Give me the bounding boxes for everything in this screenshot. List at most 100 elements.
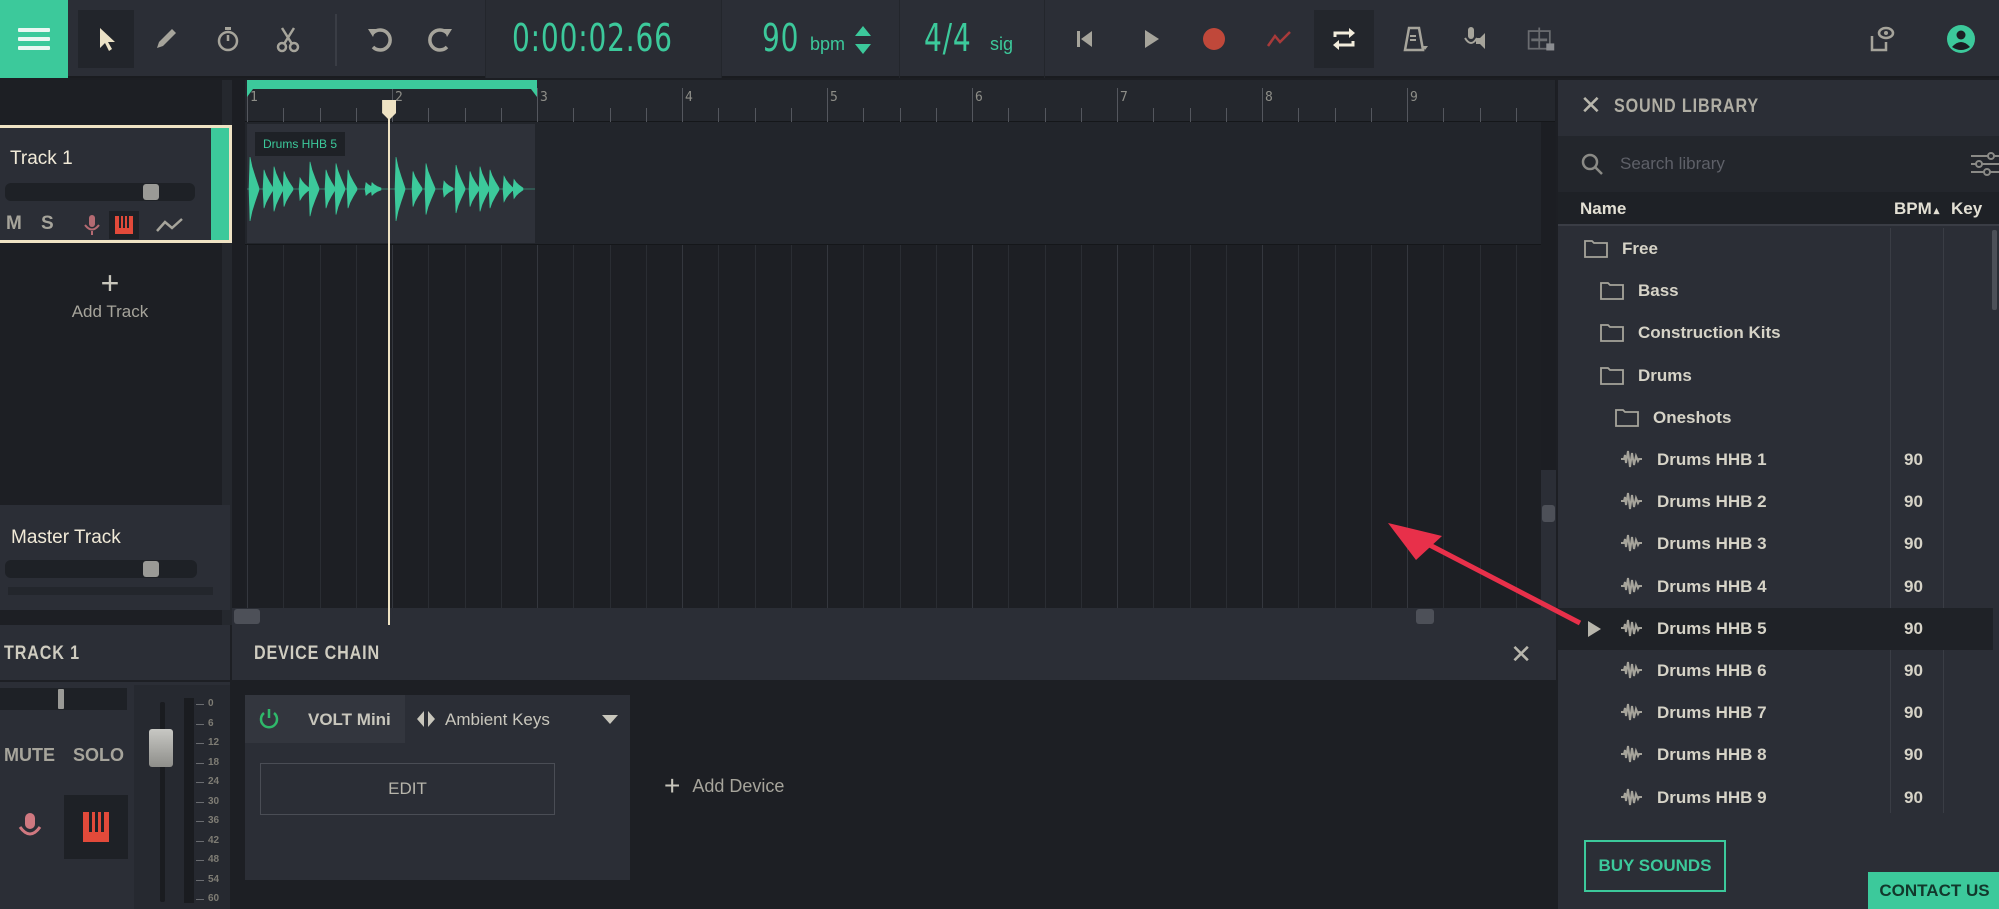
record-arm-button[interactable]: [10, 805, 50, 849]
horizontal-scrollbar[interactable]: [232, 608, 1541, 625]
library-sample-row[interactable]: Drums HHB 4 90: [1558, 566, 1993, 608]
play-button[interactable]: [1128, 16, 1174, 62]
clip-label: Drums HHB 5: [255, 132, 346, 156]
piano-keys-icon: [83, 812, 109, 842]
db-scale-label: 48: [208, 854, 220, 865]
main-menu-button[interactable]: [0, 0, 68, 78]
library-folder-row[interactable]: Oneshots: [1558, 397, 1993, 439]
mute-button[interactable]: MUTE: [4, 745, 55, 766]
lock-arrangement-button[interactable]: [1516, 16, 1566, 62]
volume-fader-knob[interactable]: [149, 729, 173, 767]
track-name[interactable]: Track 1: [10, 148, 73, 170]
library-item-name: Drums HHB 9: [1657, 787, 1767, 807]
master-volume-slider[interactable]: [5, 560, 197, 578]
loop-button[interactable]: [1314, 10, 1374, 68]
track-volume-thumb[interactable]: [143, 184, 159, 200]
automation-button[interactable]: [1256, 16, 1302, 62]
instrument-button[interactable]: [64, 795, 128, 859]
preset-selector[interactable]: Ambient Keys: [405, 695, 630, 743]
timecode-display[interactable]: 0:00:02.66: [512, 16, 673, 60]
library-item-name: Drums HHB 1: [1657, 450, 1767, 469]
track-header[interactable]: Track 1 M S: [0, 125, 232, 243]
library-item-name: Oneshots: [1653, 407, 1732, 427]
filter-sliders-icon[interactable]: [1969, 150, 1999, 178]
library-search-input[interactable]: [1620, 148, 1940, 180]
undo-button[interactable]: [352, 10, 408, 68]
bpm-value[interactable]: 90: [762, 16, 799, 60]
metronome-icon: [1403, 26, 1428, 52]
master-volume-thumb[interactable]: [143, 561, 159, 577]
record-button[interactable]: [1191, 16, 1237, 62]
automation-lane-icon[interactable]: [155, 215, 185, 235]
library-sample-row[interactable]: Drums HHB 7 90: [1558, 692, 1993, 734]
metronome-button[interactable]: [1392, 16, 1438, 62]
library-item-bpm: 90: [1904, 450, 1923, 469]
library-sample-row[interactable]: Drums HHB 8 90: [1558, 734, 1993, 776]
share-view-button[interactable]: [1858, 16, 1904, 62]
db-scale-tick: [196, 743, 204, 744]
library-sample-row[interactable]: Drums HHB 3 90: [1558, 523, 1993, 565]
library-folder-row[interactable]: Drums: [1558, 355, 1993, 397]
library-sample-row[interactable]: Drums HHB 6 90: [1558, 650, 1993, 692]
column-header-bpm[interactable]: BPM ▴: [1894, 199, 1939, 219]
library-folder-row[interactable]: Bass: [1558, 270, 1993, 312]
device-name: VOLT Mini: [308, 710, 391, 729]
audio-clip[interactable]: Drums HHB 5: [247, 124, 535, 243]
contact-us-button[interactable]: CONTACT US: [1868, 872, 1999, 909]
preset-prev-next-icon[interactable]: [415, 711, 437, 727]
split-tool-button[interactable]: [260, 10, 316, 68]
arrangement-grid[interactable]: Drums HHB 5: [245, 122, 1541, 625]
db-scale-tick: [196, 879, 204, 881]
pencil-tool-button[interactable]: [138, 10, 194, 68]
db-scale-tick: [196, 821, 204, 822]
account-button[interactable]: [1938, 16, 1984, 62]
pencil-icon: [157, 29, 176, 48]
horizontal-scroll-thumb-right[interactable]: [1416, 609, 1434, 624]
vertical-scrollbar[interactable]: [1541, 470, 1556, 625]
ruler-beat-tick: [645, 108, 647, 122]
db-scale-tick: [196, 704, 204, 705]
mute-button[interactable]: M: [6, 213, 22, 235]
power-icon[interactable]: [257, 707, 281, 731]
library-item-bpm: 90: [1904, 787, 1923, 807]
preview-play-icon[interactable]: [1588, 620, 1601, 637]
horizontal-scroll-thumb-left[interactable]: [234, 609, 260, 624]
solo-button[interactable]: S: [41, 213, 54, 235]
column-header-name[interactable]: Name: [1580, 199, 1626, 219]
solo-button[interactable]: SOLO: [73, 745, 124, 766]
library-sample-row[interactable]: Drums HHB 9 90: [1558, 777, 1993, 818]
pan-thumb[interactable]: [58, 689, 64, 709]
column-header-key[interactable]: Key: [1951, 199, 1982, 219]
redo-button[interactable]: [412, 10, 468, 68]
dropdown-caret-icon[interactable]: [602, 715, 618, 724]
library-sample-row[interactable]: Drums HHB 5 90: [1558, 607, 1993, 650]
waveform-path: [247, 156, 535, 222]
db-scale-label: 42: [208, 834, 220, 846]
close-library-button[interactable]: ✕: [1580, 90, 1602, 121]
input-monitor-button[interactable]: [1452, 16, 1498, 62]
loop-region[interactable]: [247, 80, 537, 97]
audio-sample-icon: [1621, 704, 1642, 721]
skip-to-start-button[interactable]: [1062, 16, 1108, 62]
library-sample-row[interactable]: Drums HHB 1 90: [1558, 439, 1993, 481]
stopwatch-tool-button[interactable]: [200, 10, 256, 68]
vertical-scroll-thumb[interactable]: [1542, 505, 1555, 522]
record-arm-mic-icon[interactable]: [82, 214, 102, 236]
instrument-button[interactable]: [109, 211, 139, 239]
add-device-button[interactable]: + Add Device: [664, 770, 784, 802]
add-track-button[interactable]: + Add Track: [60, 267, 160, 322]
edit-device-button[interactable]: EDIT: [260, 763, 555, 815]
bpm-stepper-icon[interactable]: [853, 22, 873, 58]
library-item-name: Drums HHB 6: [1657, 661, 1767, 680]
library-folder-row[interactable]: Construction Kits: [1558, 312, 1993, 354]
close-device-chain-button[interactable]: ✕: [1510, 639, 1532, 670]
buy-sounds-button[interactable]: BUY SOUNDS: [1584, 840, 1726, 892]
master-track-header[interactable]: Master Track: [0, 505, 230, 610]
track-volume-slider[interactable]: [5, 183, 195, 201]
select-tool-button[interactable]: [78, 10, 134, 68]
library-sample-row[interactable]: Drums HHB 2 90: [1558, 481, 1993, 523]
signature-value[interactable]: 4/4: [924, 16, 972, 60]
library-folder-row[interactable]: Free: [1558, 228, 1993, 270]
db-scale-tick: [196, 899, 204, 900]
library-scroll-thumb[interactable]: [1992, 230, 1997, 310]
